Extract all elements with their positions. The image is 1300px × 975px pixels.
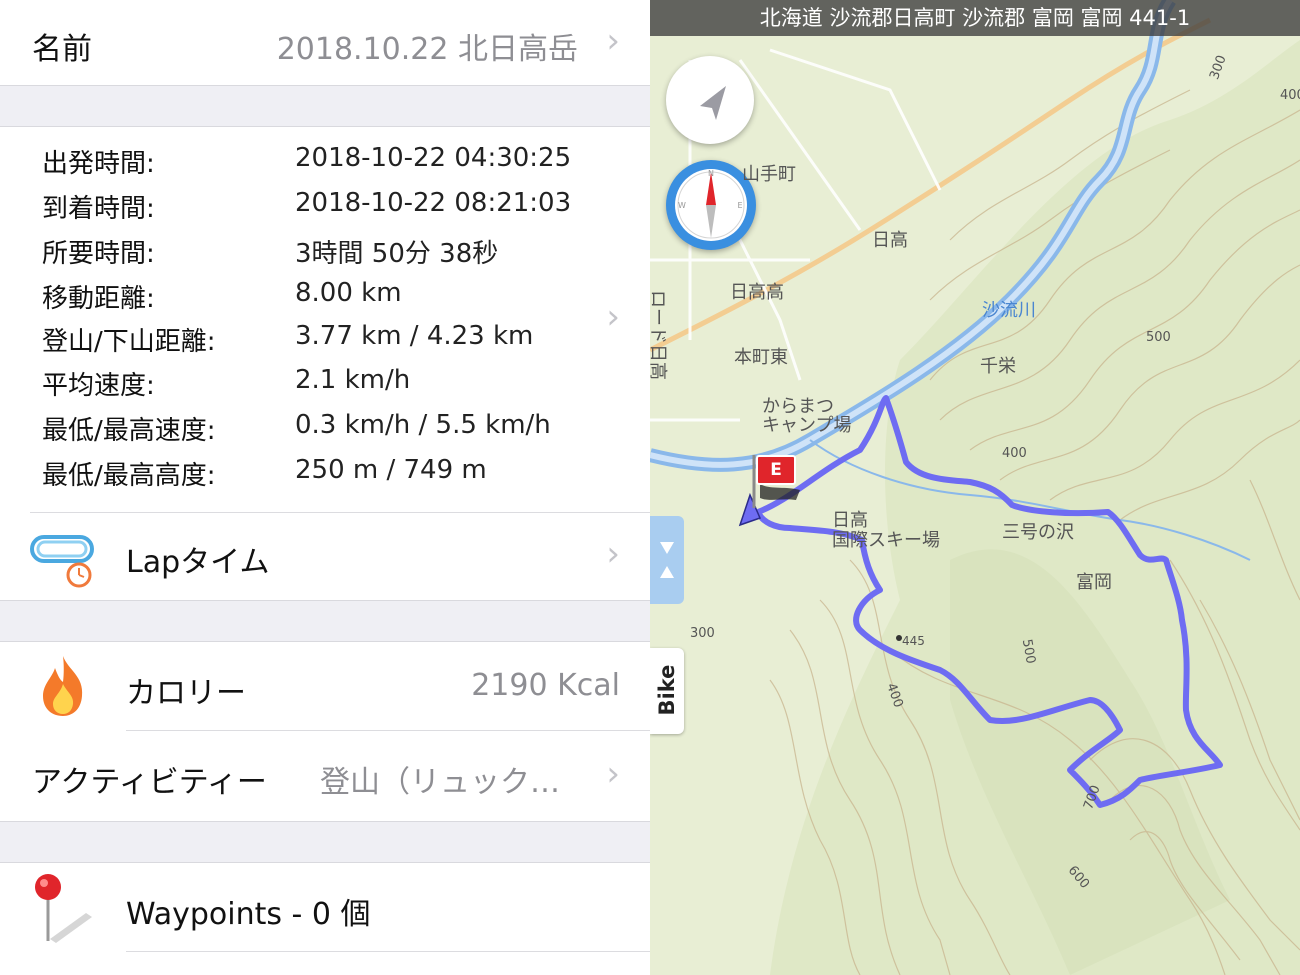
stat-row: 登山/下山距離: 3.77 km / 4.23 km — [0, 321, 620, 365]
stat-key: 最低/最高高度: — [42, 461, 216, 491]
calorie-value: 2190 Kcal — [471, 668, 620, 703]
waypoints-label: Waypoints - 0 個 — [126, 897, 371, 932]
stat-key: 到着時間: — [42, 194, 155, 224]
calorie-label: カロリー — [126, 676, 246, 711]
map-label: キャンプ場 — [762, 415, 852, 436]
end-flag-marker[interactable]: E — [756, 455, 796, 485]
topo-map — [650, 0, 1300, 975]
name-row[interactable]: 名前 2018.10.22 北日高岳 › — [0, 0, 650, 85]
end-marker-label: E — [770, 460, 782, 480]
contour-label: 400 — [1280, 88, 1300, 103]
stopwatch-icon — [30, 531, 96, 589]
calorie-row: カロリー 2190 Kcal — [0, 642, 650, 730]
stat-key: 出発時間: — [42, 149, 155, 179]
chevron-right-icon: › — [606, 534, 620, 574]
map-label: ロード日高 — [650, 290, 668, 380]
stat-value: 3.77 km / 4.23 km — [295, 321, 534, 351]
lap-label: Lapタイム — [126, 545, 270, 580]
map-label: 国際スキー場 — [832, 530, 940, 551]
map-label: 山手町 — [742, 164, 796, 185]
stat-key: 移動距離: — [42, 284, 155, 314]
pin-icon — [26, 871, 98, 947]
section-separator — [0, 85, 650, 127]
bike-mode-tab[interactable]: Bike — [650, 648, 684, 734]
stat-value: 2018-10-22 08:21:03 — [295, 188, 572, 218]
address-bar: 北海道 沙流郡日高町 沙流郡 富岡 富岡 441-1 — [650, 0, 1300, 36]
stat-row: 最低/最高高度: 250 m / 749 m — [0, 455, 620, 499]
stat-value: 0.3 km/h / 5.5 km/h — [295, 410, 551, 440]
locate-button[interactable] — [666, 56, 754, 144]
svg-text:W: W — [678, 201, 686, 210]
stat-value: 2018-10-22 04:30:25 — [295, 143, 572, 173]
map-label: 富岡 — [1076, 572, 1112, 593]
stat-value: 2.1 km/h — [295, 365, 411, 395]
flame-icon — [38, 654, 88, 718]
waypoints-row[interactable]: Waypoints - 0 個 — [0, 863, 650, 951]
stats-block[interactable]: 出発時間: 2018-10-22 04:30:25 到着時間: 2018-10-… — [0, 127, 650, 512]
svg-text:N: N — [708, 169, 714, 178]
stat-row: 到着時間: 2018-10-22 08:21:03 — [0, 188, 620, 232]
stat-row: 平均速度: 2.1 km/h — [0, 365, 620, 409]
activity-label: アクティビティー — [32, 765, 267, 800]
chevron-right-icon: › — [606, 21, 620, 61]
chevron-right-icon: › — [606, 297, 620, 337]
bike-mode-label: Bike — [655, 664, 679, 716]
map-label: 日高 — [872, 230, 908, 251]
svg-text:E: E — [737, 201, 742, 210]
layer-toggle-button[interactable] — [650, 516, 684, 604]
stat-value: 250 m / 749 m — [295, 455, 487, 485]
stat-key: 最低/最高速度: — [42, 416, 216, 446]
stat-row: 出発時間: 2018-10-22 04:30:25 — [0, 143, 620, 187]
lap-row[interactable]: Lapタイム › — [0, 513, 650, 600]
map-label: 千栄 — [980, 356, 1016, 377]
expand-arrows-icon — [660, 542, 674, 578]
stat-value: 8.00 km — [295, 278, 402, 308]
activity-value: 登山（リュック… — [320, 765, 560, 800]
location-arrow-icon — [700, 86, 726, 120]
divider — [126, 951, 650, 952]
activity-row[interactable]: アクティビティー 登山（リュック… › — [0, 731, 650, 821]
contour-label: 445 — [902, 634, 925, 648]
map-label: 本町東 — [734, 347, 788, 368]
stat-key: 平均速度: — [42, 371, 155, 401]
stat-row: 所要時間: 3時間 50分 38秒 — [0, 233, 620, 277]
stat-key: 登山/下山距離: — [42, 327, 216, 357]
name-label: 名前 — [32, 32, 92, 67]
section-separator — [0, 600, 650, 642]
track-detail-panel: 名前 2018.10.22 北日高岳 › 出発時間: 2018-10-22 04… — [0, 0, 650, 975]
chevron-right-icon: › — [606, 754, 620, 794]
section-separator — [0, 821, 650, 863]
stat-key: 所要時間: — [42, 239, 155, 269]
stat-value: 3時間 50分 38秒 — [295, 239, 499, 269]
contour-label: 500 — [1146, 330, 1171, 345]
stat-row: 移動距離: 8.00 km — [0, 278, 620, 322]
contour-label: 300 — [690, 626, 715, 641]
map-view[interactable]: E 北海道 沙流郡日高町 沙流郡 富岡 富岡 441-1 N W E Bike … — [650, 0, 1300, 975]
map-label: 三号の沢 — [1002, 522, 1074, 543]
map-label: 日高高 — [730, 282, 784, 303]
stat-row: 最低/最高速度: 0.3 km/h / 5.5 km/h — [0, 410, 620, 454]
name-value: 2018.10.22 北日高岳 — [276, 32, 578, 67]
contour-label: 400 — [1002, 446, 1027, 461]
map-label: 沙流川 — [982, 300, 1036, 321]
